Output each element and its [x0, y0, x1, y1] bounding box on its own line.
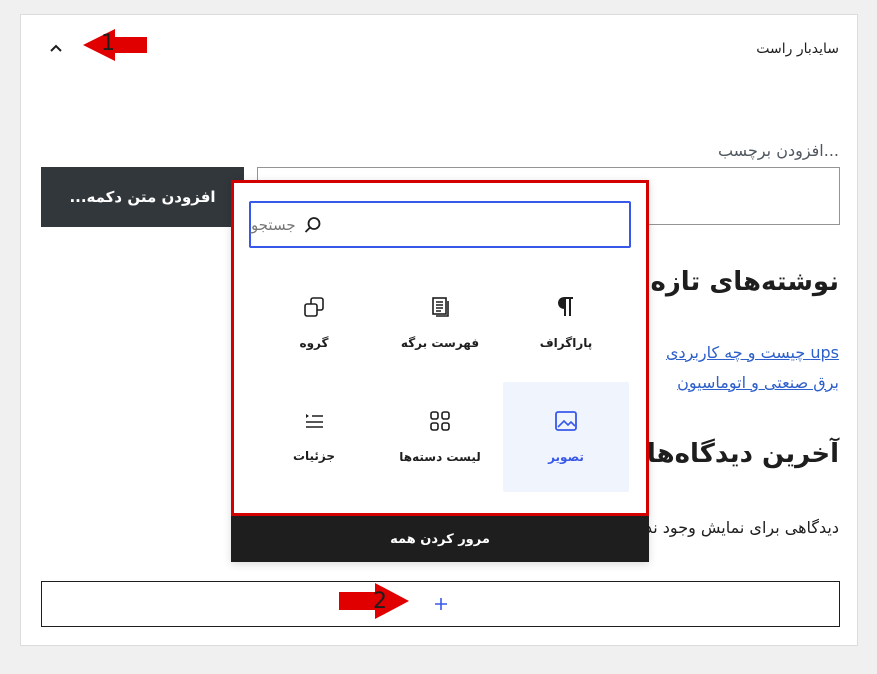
- plus-icon: [434, 598, 447, 610]
- recent-comments-heading: آخرین دیدگاه‌ها: [646, 439, 839, 469]
- chevron-up-icon: [50, 44, 62, 52]
- block-group[interactable]: گروه: [251, 268, 377, 378]
- details-icon: [306, 414, 323, 428]
- block-inserter-popover: جستجو پاراگراف فهرست برگه گروه تصویر لیس…: [231, 180, 649, 562]
- button-text-input[interactable]: افزودن متن دکمه...: [41, 167, 244, 227]
- recent-post-link[interactable]: برق صنعتی و اتوماسیون: [677, 373, 839, 392]
- block-label: پاراگراف: [539, 336, 593, 350]
- annotation-number-1: 1: [101, 31, 115, 56]
- block-categories[interactable]: لیست دسته‌ها: [377, 382, 503, 492]
- categories-icon: [430, 411, 450, 431]
- recent-posts-heading: نوشته‌های تازه: [650, 267, 839, 297]
- add-block-button[interactable]: [41, 581, 840, 627]
- paragraph-icon: [557, 296, 573, 316]
- annotation-number-2: 2: [373, 589, 387, 614]
- search-icon: [304, 216, 321, 233]
- block-page-list[interactable]: فهرست برگه: [377, 268, 503, 378]
- block-label: گروه: [299, 336, 329, 350]
- group-icon: [304, 297, 324, 317]
- panel-title: سایدبار راست: [756, 41, 839, 57]
- block-label: جزئیات: [292, 449, 336, 463]
- search-placeholder: جستجو: [251, 215, 296, 234]
- block-paragraph[interactable]: پاراگراف: [503, 268, 629, 378]
- no-comments-text: دیدگاهی برای نمایش وجود ندارد.: [620, 518, 839, 537]
- add-tag-label: افزودن برچسب...: [717, 141, 839, 160]
- recent-post-link[interactable]: ups چیست و چه کاربردی: [666, 343, 839, 362]
- block-label: تصویر: [548, 450, 584, 464]
- collapse-button[interactable]: [45, 37, 67, 59]
- image-icon: [555, 411, 577, 431]
- block-details[interactable]: جزئیات: [251, 382, 377, 492]
- browse-all-button[interactable]: مرور کردن همه: [231, 516, 649, 562]
- block-label: لیست دسته‌ها: [399, 450, 481, 464]
- block-image[interactable]: تصویر: [503, 382, 629, 492]
- block-search-input[interactable]: جستجو: [249, 201, 631, 248]
- page-list-icon: [432, 297, 449, 317]
- annotation-arrow-1: [83, 29, 147, 61]
- block-label: فهرست برگه: [400, 336, 480, 350]
